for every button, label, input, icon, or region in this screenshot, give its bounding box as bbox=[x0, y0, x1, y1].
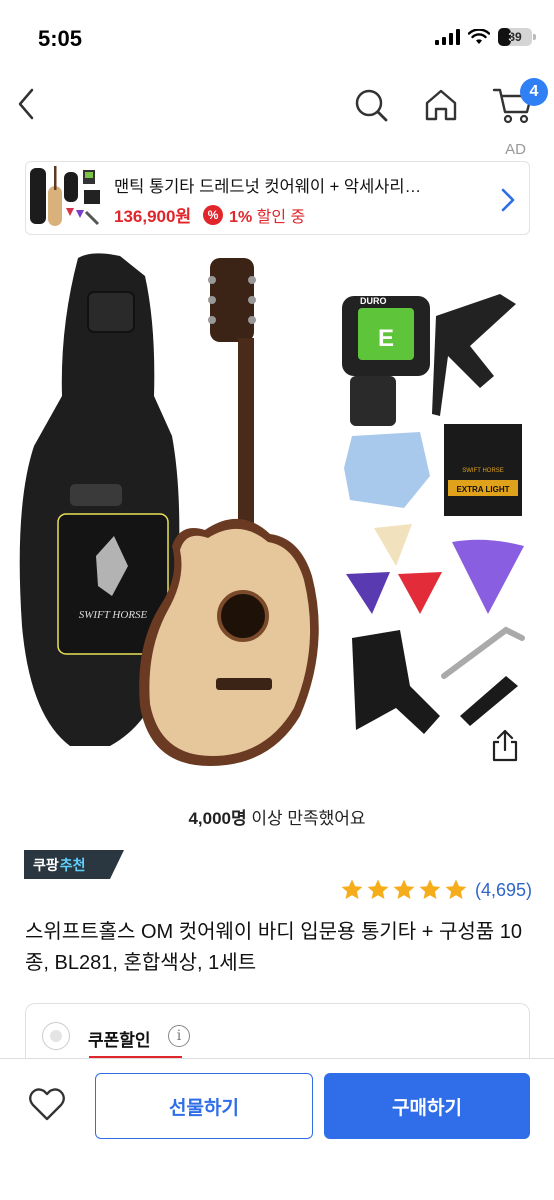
strings-label-text: EXTRA LIGHT bbox=[456, 485, 509, 494]
strap-illustration bbox=[352, 630, 440, 734]
ad-discount-suffix: 할인 중 bbox=[252, 208, 306, 226]
satisfied-count: 4,000명 bbox=[188, 809, 247, 828]
ad-title: 맨틱 통기타 드레드넛 컷어웨이 + 악세사리… bbox=[114, 178, 422, 196]
gift-button[interactable]: 선물하기 bbox=[95, 1073, 313, 1139]
share-icon[interactable] bbox=[488, 728, 522, 764]
capo-illustration bbox=[432, 294, 516, 416]
star-icon bbox=[341, 879, 363, 899]
ad-price: 136,900원 bbox=[114, 207, 192, 226]
search-icon[interactable] bbox=[350, 84, 392, 126]
chevron-right-icon[interactable] bbox=[499, 186, 517, 214]
back-chevron-icon[interactable] bbox=[10, 84, 50, 124]
string-winder-illustration bbox=[460, 676, 518, 726]
ad-discount: 1% 할인 중 bbox=[229, 203, 305, 227]
battery-indicator: 39 bbox=[498, 28, 536, 46]
strings-pack-illustration: EXTRA LIGHT SWIFT HORSE bbox=[444, 424, 522, 516]
ad-price-row: 136,900원 % 1% 할인 중 bbox=[114, 202, 305, 227]
cart-count-badge: 4 bbox=[520, 78, 548, 106]
satisfied-text: 4,000명 이상 만족했어요 bbox=[0, 804, 554, 829]
tuner-brand-text: DURO bbox=[360, 296, 387, 306]
satisfied-suffix: 이상 만족했어요 bbox=[246, 809, 366, 828]
ad-label: AD bbox=[505, 141, 526, 158]
coupon-radio[interactable] bbox=[42, 1022, 70, 1050]
cellular-signal-icon bbox=[435, 29, 460, 45]
wifi-icon bbox=[468, 29, 490, 44]
top-nav-bar bbox=[0, 70, 554, 144]
picks-illustration bbox=[346, 524, 524, 614]
coupon-label[interactable]: 쿠폰할인 bbox=[88, 1026, 151, 1051]
badge-accent: 추천 bbox=[59, 856, 86, 873]
strings-brand-text: SWIFT HORSE bbox=[462, 468, 504, 474]
buy-button[interactable]: 구매하기 bbox=[324, 1073, 530, 1139]
heart-icon[interactable] bbox=[26, 1083, 68, 1125]
product-title: 스위프트홀스 OM 컷어웨이 바디 입문용 통기타 + 구성품 10종, BL2… bbox=[25, 921, 522, 974]
discount-icon: % bbox=[203, 204, 224, 225]
status-icons: 39 bbox=[435, 28, 536, 46]
star-icon bbox=[367, 879, 389, 899]
status-bar: 5:05 39 bbox=[0, 0, 554, 70]
home-icon[interactable] bbox=[420, 84, 462, 126]
badge-brand: 쿠팡 bbox=[33, 856, 59, 873]
status-time: 5:05 bbox=[38, 26, 83, 51]
star-icon bbox=[419, 879, 441, 899]
star-icon bbox=[445, 879, 467, 899]
ad-thumbnail bbox=[30, 166, 100, 226]
star-icon bbox=[393, 879, 415, 899]
ad-discount-value: 1% bbox=[229, 208, 253, 226]
ad-banner[interactable]: 맨틱 통기타 드레드넛 컷어웨이 + 악세사리… 136,900원 % 1% 할… bbox=[25, 161, 530, 235]
tuner-note-text: E bbox=[378, 325, 394, 352]
battery-level: 39 bbox=[508, 30, 522, 44]
info-icon[interactable]: i bbox=[168, 1025, 190, 1047]
review-count-link[interactable]: (4,695) bbox=[475, 880, 532, 901]
rating-row[interactable]: (4,695) bbox=[340, 878, 532, 902]
coupang-recommend-badge: 쿠팡 추천 bbox=[24, 850, 124, 879]
cloth-illustration bbox=[344, 432, 430, 508]
allen-key-illustration bbox=[441, 626, 525, 679]
product-image[interactable]: SWIFT HORSE E DURO EXTRA LIGHT SWIFT HOR… bbox=[0, 246, 554, 786]
bottom-action-bar: 선물하기 구매하기 bbox=[0, 1058, 554, 1200]
bag-brand-text: SWIFT HORSE bbox=[79, 609, 148, 621]
tuner-illustration: E DURO bbox=[342, 296, 430, 426]
